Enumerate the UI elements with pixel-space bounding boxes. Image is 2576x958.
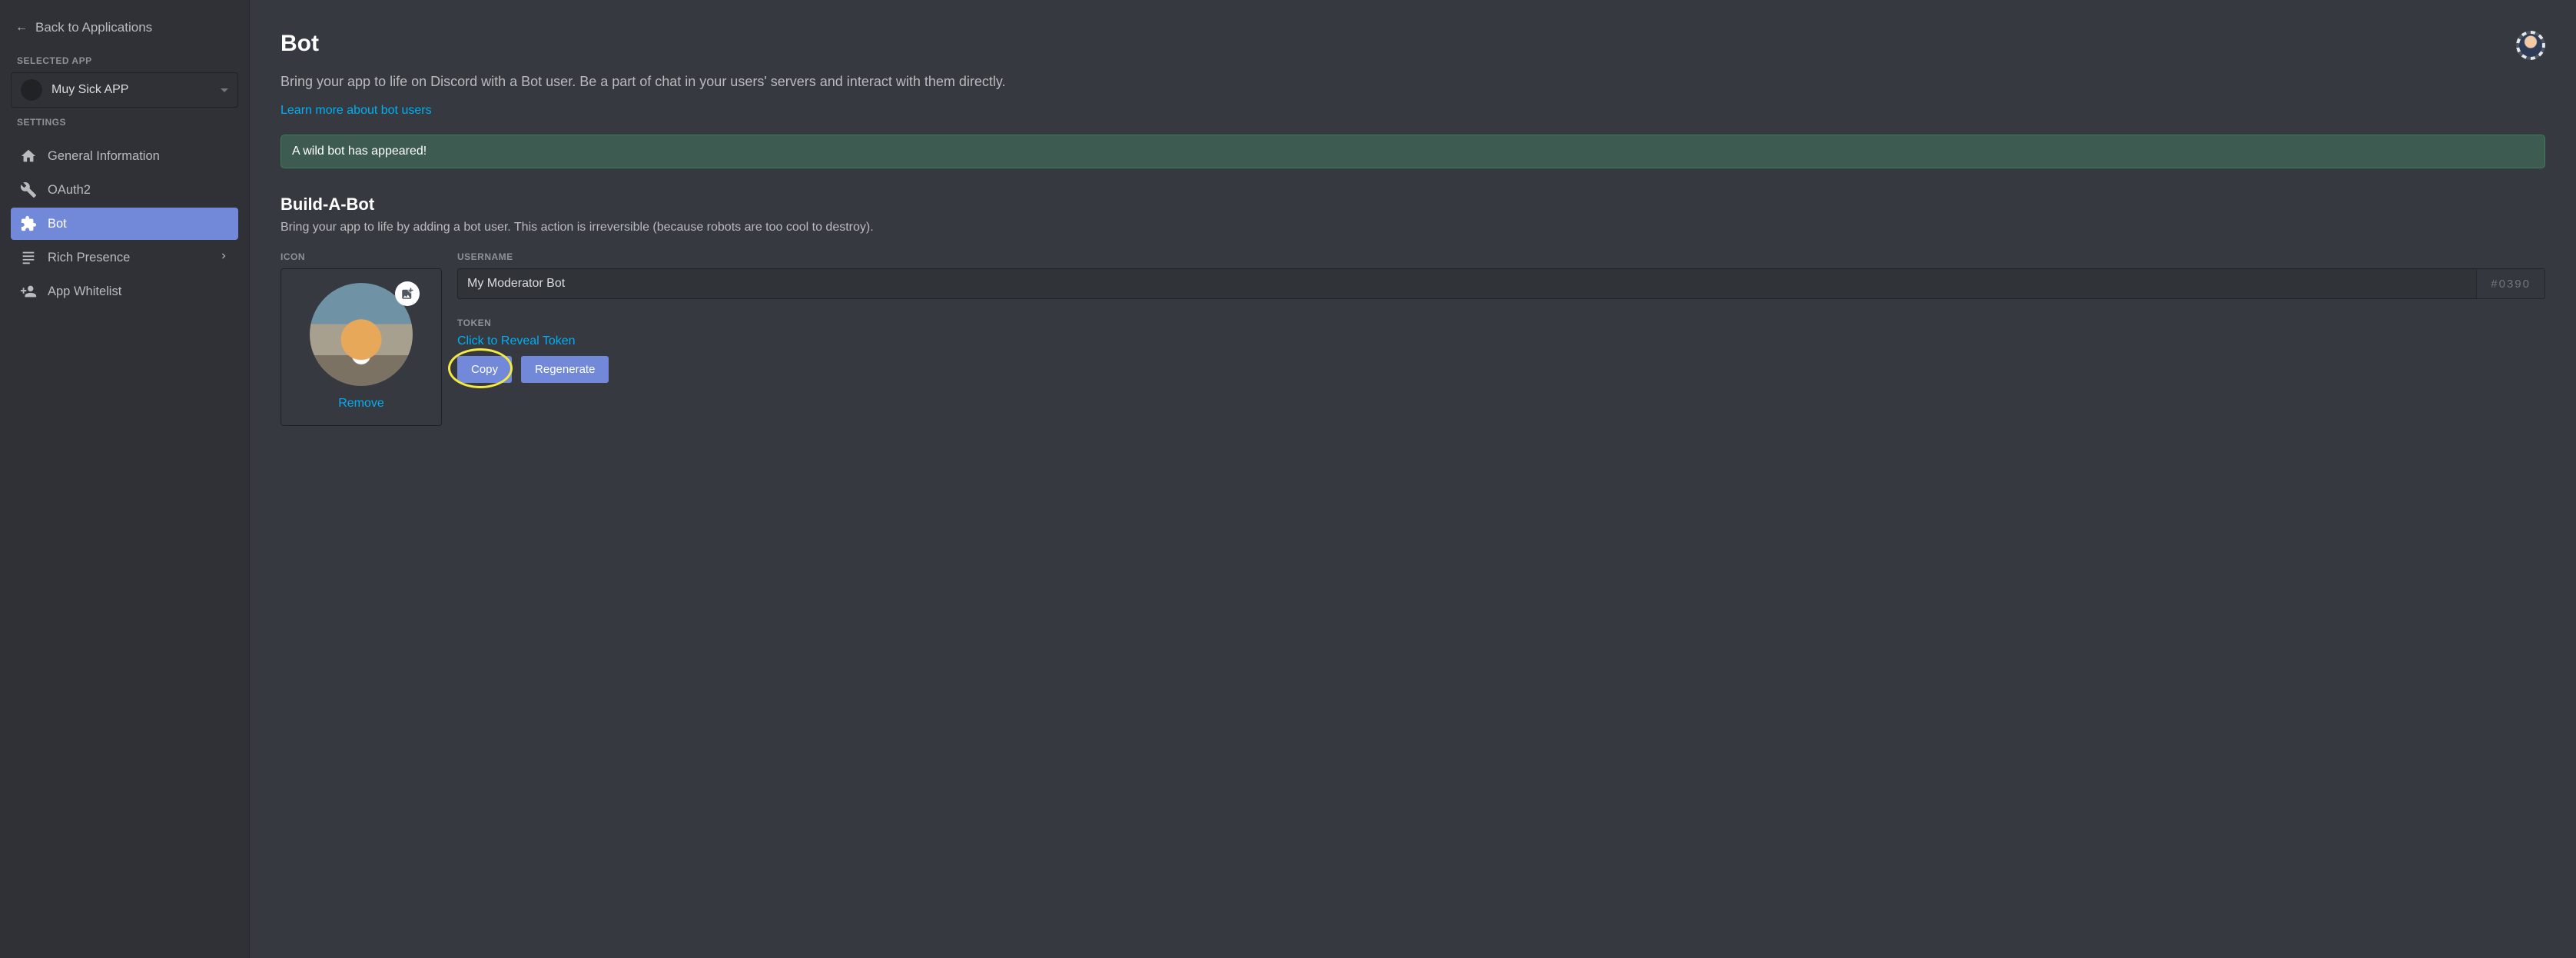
username-input[interactable] xyxy=(457,268,2476,299)
avatar-image xyxy=(2519,34,2542,57)
wrench-icon xyxy=(20,181,37,198)
main-content: Bot Bring your app to life on Discord wi… xyxy=(250,0,2576,958)
build-a-bot-title: Build-A-Bot xyxy=(281,195,2545,215)
icon-field-label: ICON xyxy=(281,251,442,262)
nav-label: Rich Presence xyxy=(48,251,130,265)
nav-item-oauth2[interactable]: OAuth2 xyxy=(11,174,238,206)
settings-heading: SETTINGS xyxy=(11,108,238,134)
settings-nav: General Information OAuth2 Bot Rich Pres… xyxy=(11,140,238,308)
nav-label: Bot xyxy=(48,217,67,231)
user-check-icon xyxy=(20,283,37,300)
image-add-icon xyxy=(400,287,414,301)
remove-icon-link[interactable]: Remove xyxy=(338,397,384,411)
nav-item-bot[interactable]: Bot xyxy=(11,208,238,240)
sidebar: ← Back to Applications SELECTED APP Muy … xyxy=(0,0,250,958)
caret-down-icon xyxy=(221,88,228,92)
discriminator-badge: #0390 xyxy=(2476,268,2545,299)
username-field-label: USERNAME xyxy=(457,251,2545,262)
nav-item-rich-presence[interactable]: Rich Presence xyxy=(11,241,238,274)
nav-label: OAuth2 xyxy=(48,183,91,198)
back-to-applications-link[interactable]: ← Back to Applications xyxy=(11,15,238,46)
reveal-token-link[interactable]: Click to Reveal Token xyxy=(457,334,576,348)
build-a-bot-description: Bring your app to life by adding a bot u… xyxy=(281,221,2545,235)
token-field-label: TOKEN xyxy=(457,318,2545,328)
app-avatar xyxy=(21,79,42,101)
selected-app-heading: SELECTED APP xyxy=(11,46,238,72)
copy-token-button[interactable]: Copy xyxy=(457,356,512,383)
nav-item-general-information[interactable]: General Information xyxy=(11,140,238,172)
page-subtitle: Bring your app to life on Discord with a… xyxy=(281,74,2545,90)
page-title: Bot xyxy=(281,31,2545,57)
document-icon xyxy=(20,249,37,266)
nav-item-app-whitelist[interactable]: App Whitelist xyxy=(11,275,238,308)
success-alert: A wild bot has appeared! xyxy=(281,135,2545,168)
upload-image-button[interactable] xyxy=(395,281,420,306)
regenerate-token-button[interactable]: Regenerate xyxy=(521,356,609,383)
learn-more-link[interactable]: Learn more about bot users xyxy=(281,104,432,118)
app-select-dropdown[interactable]: Muy Sick APP xyxy=(11,72,238,108)
home-icon xyxy=(20,148,37,165)
puzzle-icon xyxy=(20,215,37,232)
chevron-right-icon xyxy=(218,251,229,265)
back-label: Back to Applications xyxy=(35,20,152,35)
nav-label: General Information xyxy=(48,149,160,164)
bot-icon-box: Remove xyxy=(281,268,442,426)
profile-avatar[interactable] xyxy=(2516,31,2545,60)
app-name: Muy Sick APP xyxy=(51,83,128,97)
arrow-left-icon: ← xyxy=(15,21,28,35)
nav-label: App Whitelist xyxy=(48,284,121,299)
